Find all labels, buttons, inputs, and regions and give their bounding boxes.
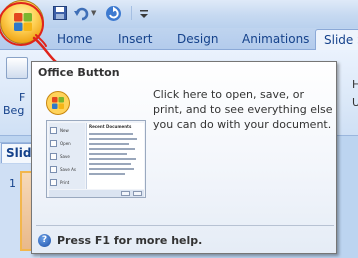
tooltip-description: Click here to open, save, or print, and … <box>153 88 333 131</box>
toolbar-separator <box>131 6 132 20</box>
preview-recent-line <box>89 138 137 140</box>
preview-item-save: Save <box>50 153 70 160</box>
ribbon-label-line-1: F <box>19 91 26 104</box>
customize-qat-icon[interactable] <box>139 5 149 22</box>
tab-home[interactable]: Home <box>57 30 92 49</box>
save-icon[interactable] <box>53 6 67 20</box>
ribbon-command-icon[interactable] <box>6 57 28 79</box>
highlight-circle <box>0 2 44 46</box>
preview-options-button <box>121 191 130 196</box>
preview-item-label: Open <box>60 141 71 146</box>
preview-recent-line <box>89 158 136 160</box>
preview-exit-button <box>133 191 142 196</box>
office-button-tooltip: Office Button New Open Save Save As Prin… <box>31 61 337 254</box>
powerpoint-window: ▼ Home Insert Design Animations Slide S … <box>0 0 358 258</box>
preview-recent-line <box>89 133 133 135</box>
save-as-icon <box>50 166 57 173</box>
preview-recent-line <box>89 143 129 145</box>
new-icon <box>50 127 57 134</box>
preview-recent-line <box>89 153 127 155</box>
open-icon <box>50 140 57 147</box>
tooltip-help-text: Press F1 for more help. <box>57 234 203 247</box>
preview-recent-line <box>89 168 134 170</box>
tooltip-divider <box>36 225 334 226</box>
ribbon-right-label-1: H <box>352 78 358 91</box>
preview-recent-line <box>89 148 135 150</box>
preview-item-label: New <box>60 128 69 133</box>
save-icon <box>50 153 57 160</box>
question-icon: ? <box>38 234 51 247</box>
preview-recent-title: Recent Documents <box>89 124 132 129</box>
preview-item-print: Print <box>50 179 69 186</box>
slide-number: 1 <box>9 177 16 190</box>
redo-icon[interactable] <box>105 5 122 22</box>
tab-slide-show[interactable]: Slide S <box>315 29 358 51</box>
preview-item-label: Save As <box>60 167 76 172</box>
preview-recent-line <box>89 163 131 165</box>
tab-design[interactable]: Design <box>177 30 218 49</box>
office-menu-preview: New Open Save Save As Print Recent Docum… <box>46 120 146 198</box>
preview-item-label: Save <box>60 154 70 159</box>
tab-animations[interactable]: Animations <box>242 30 309 49</box>
ribbon-command-label[interactable]: F Beg <box>3 91 25 117</box>
ribbon-right-labels: H U <box>352 78 358 109</box>
ribbon-right-label-2: U <box>352 96 358 109</box>
ribbon-label-line-2: Beg <box>3 104 25 117</box>
undo-dropdown-arrow[interactable]: ▼ <box>91 9 99 26</box>
preview-item-save-as: Save As <box>50 166 76 173</box>
print-icon <box>50 179 57 186</box>
undo-icon[interactable] <box>73 5 89 22</box>
preview-recent-line <box>89 173 125 175</box>
tooltip-title: Office Button <box>38 66 120 79</box>
office-logo-icon <box>46 91 70 115</box>
preview-item-open: Open <box>50 140 71 147</box>
preview-item-new: New <box>50 127 69 134</box>
preview-item-label: Print <box>60 180 70 185</box>
tab-insert[interactable]: Insert <box>118 30 152 49</box>
